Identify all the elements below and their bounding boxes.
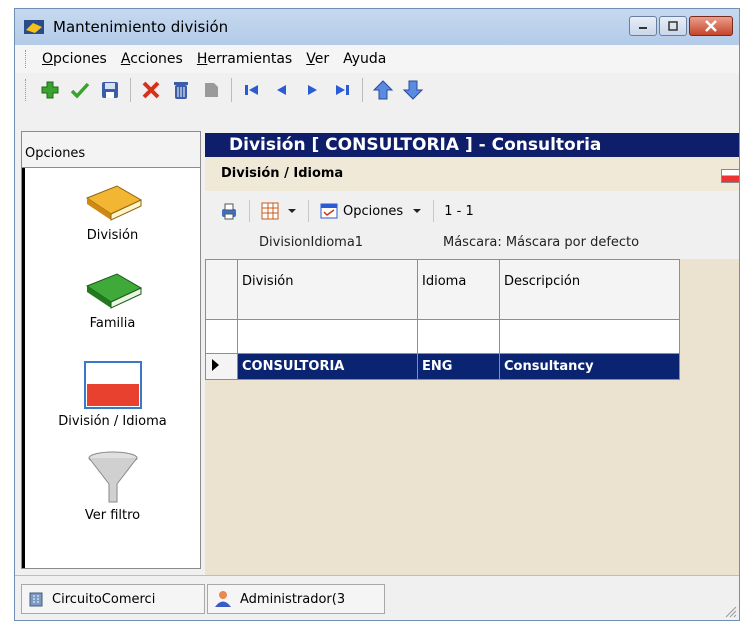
funnel-icon [25,450,200,508]
resize-grip-icon[interactable] [723,604,737,618]
row-indicator [205,319,238,354]
grid-name: DivisionIdioma1 [259,235,364,250]
book-yellow-icon [25,180,200,228]
option-division-idioma-label: División / Idioma [58,414,167,429]
next-record-icon[interactable] [300,78,324,102]
option-division-idioma[interactable]: División / Idioma [25,360,200,429]
trash-icon[interactable] [169,78,193,102]
options-list: División Familia División / Idioma Ver f… [22,168,200,568]
maximize-button[interactable] [659,16,687,36]
column-header-descripcion[interactable]: Descripción [499,259,680,320]
row-indicator-header [205,259,238,320]
grid-layout-button[interactable] [260,201,298,221]
add-icon[interactable] [38,78,62,102]
title-bar[interactable]: Mantenimiento división [15,9,739,45]
minimize-button[interactable] [629,16,657,36]
table-row[interactable]: CONSULTORIA ENG Consultancy [205,353,680,380]
grid-toolbar: Opciones 1 - 1 [205,197,482,225]
app-icon [23,18,45,36]
delete-icon[interactable] [139,78,163,102]
stop-icon[interactable] [199,78,223,102]
print-icon[interactable] [219,201,239,221]
filter-cell[interactable] [499,319,680,354]
options-header: Opciones [22,132,200,168]
menu-herramientas[interactable]: Herramientas [197,51,292,67]
flag-icon [25,360,200,414]
option-familia[interactable]: Familia [25,268,200,331]
check-icon[interactable] [68,78,92,102]
current-row-icon [212,358,219,371]
option-familia-label: Familia [89,316,136,331]
menu-grip [25,50,28,68]
status-user: Administrador(3 [207,584,385,614]
last-record-icon[interactable] [330,78,354,102]
cell-descripcion[interactable]: Consultancy [499,353,680,380]
current-row-indicator [205,353,238,380]
option-ver-filtro-label: Ver filtro [84,508,141,523]
grid-options-label: Opciones [343,203,404,219]
column-header-division[interactable]: División [237,259,418,320]
option-ver-filtro[interactable]: Ver filtro [25,450,200,523]
menu-opciones[interactable]: Opciones [42,51,107,67]
building-icon [29,592,43,607]
arrow-down-icon[interactable] [401,78,425,102]
first-record-icon[interactable] [240,78,264,102]
window-title: Mantenimiento división [53,18,229,36]
menu-bar: Opciones Acciones Herramientas Ver Ayuda [15,45,739,73]
status-user-label: Administrador(3 [240,591,346,607]
page-title: División [ CONSULTORIA ] - Consultoria [205,133,739,157]
close-button[interactable] [689,16,733,36]
chevron-down-icon [288,209,296,213]
status-bar: CircuitoComerci Administrador(3 [15,575,739,620]
user-icon [215,591,231,607]
previous-record-icon[interactable] [270,78,294,102]
filter-row[interactable] [205,319,680,354]
status-company-label: CircuitoComerci [52,591,156,607]
chevron-down-icon [413,209,422,213]
menu-ver[interactable]: Ver [306,51,329,67]
option-division-label: División [86,228,139,243]
main-toolbar [15,73,739,107]
cell-idioma[interactable]: ENG [417,353,500,380]
main-window: Mantenimiento división Opciones Acciones… [14,8,740,621]
option-division[interactable]: División [25,180,200,243]
options-panel: Opciones División Familia División / Idi… [21,131,201,569]
status-company: CircuitoComerci [21,584,205,614]
flag-mini-icon [721,169,739,183]
grid-options-button[interactable]: Opciones [319,202,423,220]
options-window-icon [320,203,338,219]
cell-division[interactable]: CONSULTORIA [237,353,418,380]
menu-ayuda[interactable]: Ayuda [343,51,386,67]
filter-cell[interactable] [417,319,500,354]
book-green-icon [25,268,200,316]
filter-cell[interactable] [237,319,418,354]
grid-caption: DivisionIdioma1 Máscara: Máscara por def… [205,235,739,255]
save-icon[interactable] [98,78,122,102]
grid-header-row: División Idioma Descripción [205,259,680,320]
grid-mask: Máscara: Máscara por defecto [443,235,640,250]
record-range: 1 - 1 [444,203,474,219]
section-title: División / Idioma [205,157,739,191]
arrow-up-icon[interactable] [371,78,395,102]
section-title-label: División / Idioma [221,166,344,181]
menu-acciones[interactable]: Acciones [121,51,183,67]
column-header-idioma[interactable]: Idioma [417,259,500,320]
toolbar-grip [25,79,28,101]
data-grid: División Idioma Descripción CONSULTORIA … [205,259,739,579]
